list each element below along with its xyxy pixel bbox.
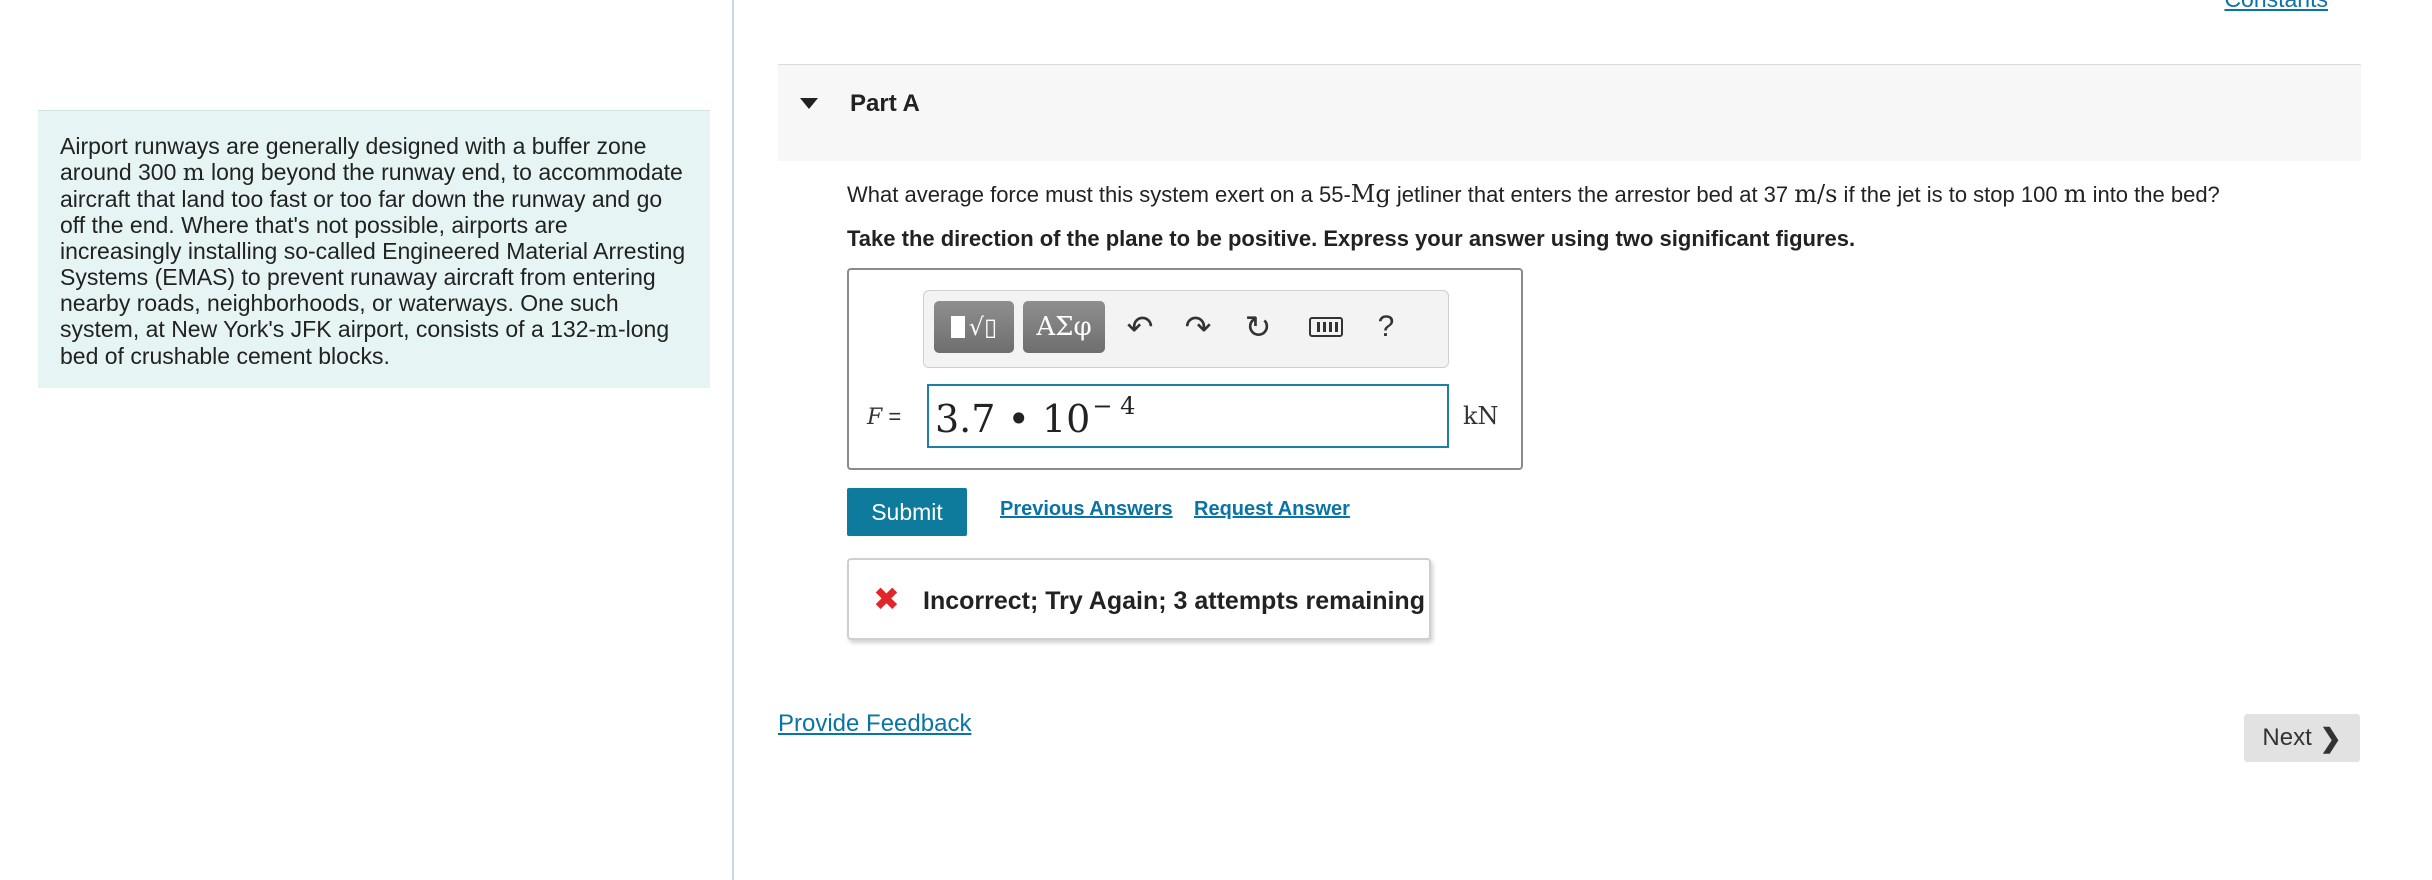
part-a-header[interactable]: Part A: [778, 65, 2361, 161]
greek-letters-icon[interactable]: ΑΣφ: [1023, 301, 1105, 353]
caret-down-icon[interactable]: [800, 98, 818, 109]
question-text-segment: if the jet is to stop 100: [1837, 182, 2064, 207]
undo-icon[interactable]: ↶: [1118, 305, 1162, 349]
question-text-segment: What average force must this system exer…: [847, 182, 1351, 207]
redo-icon[interactable]: ↷: [1176, 305, 1220, 349]
next-button[interactable]: Next ❯: [2244, 714, 2360, 762]
question-text-segment: jetliner that enters the arrestor bed at…: [1390, 182, 1795, 207]
question-instruction: Take the direction of the plane to be po…: [847, 226, 1856, 251]
constants-link[interactable]: Constants: [2224, 0, 2328, 13]
problem-intro-panel: Airport runways are generally designed w…: [38, 110, 710, 388]
keyboard-glyph: [1309, 317, 1343, 337]
question-text: What average force must this system exer…: [847, 180, 2220, 208]
question-text-segment: into the bed?: [2086, 182, 2220, 207]
request-answer-link[interactable]: Request Answer: [1194, 498, 1350, 521]
question-math-unit: m: [2063, 180, 2087, 208]
answer-exponent: − 4: [1092, 392, 1136, 420]
keyboard-icon[interactable]: [1304, 305, 1348, 349]
answer-entry-box: √▯ ΑΣφ ↶ ↷ ↻ ? F = 3.7 • 10− 4 kN: [847, 268, 1523, 470]
intro-text-segment: long beyond the runway end, to accommoda…: [60, 159, 686, 342]
provide-feedback-link[interactable]: Provide Feedback: [778, 710, 971, 738]
answer-variable-label: F =: [867, 404, 901, 430]
answer-unit: kN: [1463, 402, 1499, 430]
intro-math-unit: m: [182, 160, 205, 186]
math-toolbar: √▯ ΑΣφ ↶ ↷ ↻ ?: [923, 290, 1449, 368]
template-square-icon: [950, 316, 965, 338]
templates-icon[interactable]: √▯: [934, 301, 1014, 353]
help-icon[interactable]: ?: [1364, 305, 1408, 349]
reset-icon[interactable]: ↻: [1236, 305, 1280, 349]
answer-input[interactable]: 3.7 • 10− 4: [927, 384, 1449, 448]
panel-divider: [732, 0, 734, 880]
feedback-message: Incorrect; Try Again; 3 attempts remaini…: [923, 587, 1425, 615]
feedback-message-box: ✖ Incorrect; Try Again; 3 attempts remai…: [847, 558, 1431, 640]
page: Airport runways are generally designed w…: [0, 0, 2432, 880]
intro-math-unit: m: [596, 317, 618, 343]
previous-answers-link[interactable]: Previous Answers: [1000, 498, 1173, 521]
problem-intro-text: Airport runways are generally designed w…: [60, 133, 686, 369]
answer-equals: =: [888, 404, 902, 429]
chevron-right-icon: ❯: [2319, 722, 2342, 753]
question-math-unit: Mg: [1350, 180, 1391, 208]
part-title: Part A: [850, 90, 920, 117]
submit-button[interactable]: Submit: [847, 488, 967, 536]
question-math-unit: m/s: [1794, 180, 1838, 208]
next-label: Next: [2262, 724, 2312, 751]
answer-variable: F: [867, 405, 883, 430]
answer-mantissa: 3.7 • 10: [935, 397, 1091, 441]
radical-icon: √▯: [968, 313, 998, 341]
x-icon: ✖: [873, 581, 900, 617]
